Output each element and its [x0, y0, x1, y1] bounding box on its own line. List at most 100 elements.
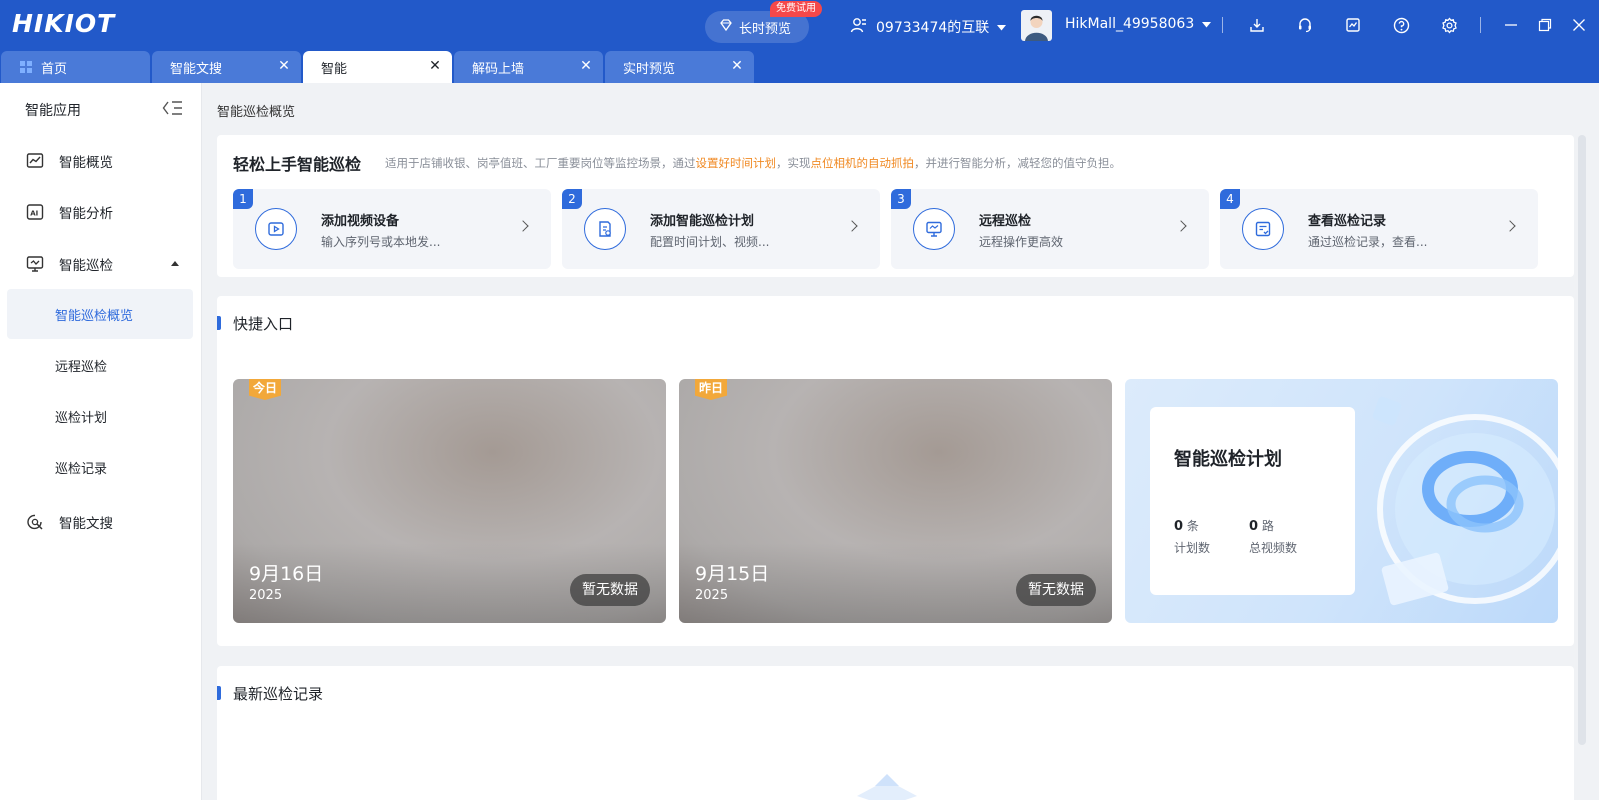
sidebar-subitem-remote-patrol[interactable]: 远程巡检	[7, 340, 193, 390]
headset-icon[interactable]	[1294, 14, 1316, 36]
sidebar-item-label: 智能分析	[59, 206, 113, 222]
section-title: 快捷入口	[233, 315, 294, 333]
sidebar-item-analysis[interactable]: AI 智能分析	[7, 187, 193, 237]
today-snapshot-card[interactable]: 今日 9月16日 2025 暂无数据	[233, 379, 666, 623]
latest-records-card: 最新巡检记录	[217, 666, 1574, 800]
getting-started-card: 轻松上手智能巡检 适用于店铺收银、岗亭值班、工厂重要岗位等监控场景，通过设置好时…	[217, 135, 1574, 277]
section-title: 最新巡检记录	[233, 685, 324, 703]
yesterday-snapshot-card[interactable]: 昨日 9月15日 2025 暂无数据	[679, 379, 1112, 623]
tab-label: 智能文搜	[170, 61, 223, 77]
guide-desc-text: 适用于店铺收银、岗亭值班、工厂重要岗位等监控场景，通过	[385, 156, 696, 170]
sidebar-subitem-patrol-overview[interactable]: 智能巡检概览	[7, 289, 193, 339]
close-icon[interactable]	[1568, 14, 1590, 36]
step-title: 添加视频设备	[321, 214, 400, 229]
plan-count-stat: 0 条 计划数	[1174, 517, 1210, 556]
users-icon	[850, 16, 868, 38]
gear-icon[interactable]	[1438, 14, 1460, 36]
guide-desc-text: ，并进行智能分析，减轻您的值守负担。	[914, 156, 1121, 170]
step-title: 查看巡检记录	[1308, 214, 1387, 229]
sidebar-subitem-label: 巡检计划	[55, 410, 108, 426]
divider	[1222, 17, 1223, 33]
video-count-label: 总视频数	[1249, 541, 1298, 555]
long-preview-label: 长时预览	[739, 21, 792, 37]
sidebar: 智能应用 智能概览 AI 智能分析 智能巡检 智能巡检概览 远程巡检 巡检计划 …	[0, 83, 202, 800]
close-icon[interactable]: ✕	[277, 59, 291, 73]
records-icon	[1242, 208, 1284, 250]
grid-icon	[19, 60, 33, 74]
collapse-sidebar-icon[interactable]	[162, 99, 184, 117]
no-data-badge: 暂无数据	[570, 574, 650, 606]
tab-label: 首页	[41, 61, 68, 77]
snapshot-date: 9月15日	[695, 563, 770, 585]
close-icon[interactable]: ✕	[428, 59, 442, 73]
close-icon[interactable]: ✕	[579, 59, 593, 73]
sidebar-item-text-search[interactable]: 智能文搜	[7, 497, 193, 547]
step-subtitle: 配置时间计划、视频...	[650, 235, 770, 249]
breadcrumb: 智能巡检概览	[217, 105, 296, 120]
username-label: HikMall_49958063	[1065, 16, 1195, 32]
diamond-icon	[719, 18, 733, 36]
step-number: 2	[562, 189, 582, 209]
sidebar-item-overview[interactable]: 智能概览	[7, 136, 193, 186]
avatar[interactable]	[1021, 10, 1052, 41]
restore-icon[interactable]	[1534, 14, 1556, 36]
plan-count-value: 0	[1174, 519, 1184, 534]
tab-text-search[interactable]: 智能文搜 ✕	[152, 51, 301, 83]
tab-live-preview[interactable]: 实时预览 ✕	[605, 51, 754, 83]
minimize-icon[interactable]	[1500, 14, 1522, 36]
tab-home[interactable]: 首页	[1, 51, 150, 83]
empty-state-illustration	[857, 774, 917, 800]
step-add-patrol-plan[interactable]: 2 添加智能巡检计划 配置时间计划、视频...	[562, 189, 880, 269]
sidebar-item-label: 智能文搜	[59, 516, 113, 532]
tab-bar: 首页 智能文搜 ✕ 智能 ✕ 解码上墙 ✕ 实时预览 ✕	[0, 50, 1599, 83]
step-title: 添加智能巡检计划	[650, 214, 755, 229]
sidebar-subitem-label: 远程巡检	[55, 359, 108, 375]
user-menu[interactable]: HikMall_49958063	[1065, 16, 1212, 32]
line-chart-icon	[24, 150, 46, 172]
step-number: 1	[233, 189, 253, 209]
sidebar-item-label: 智能巡检	[59, 258, 113, 274]
no-data-badge: 暂无数据	[1016, 574, 1096, 606]
tab-decode-wall[interactable]: 解码上墙 ✕	[454, 51, 603, 83]
svg-text:AI: AI	[30, 210, 38, 218]
section-accent-bar	[217, 686, 221, 700]
step-number: 4	[1220, 189, 1240, 209]
ai-icon: AI	[24, 201, 46, 223]
tab-label: 解码上墙	[472, 61, 525, 77]
patrol-plan-card[interactable]: 智能巡检计划 0 条 计划数 0 路 总视频数	[1125, 379, 1558, 623]
tab-smart[interactable]: 智能 ✕	[303, 51, 452, 83]
chevron-up-icon	[171, 261, 179, 266]
monitor-chart-icon[interactable]	[1342, 14, 1364, 36]
plan-document-icon	[584, 208, 626, 250]
step-view-patrol-records[interactable]: 4 查看巡检记录 通过巡检记录，查看...	[1220, 189, 1538, 269]
help-icon[interactable]	[1390, 14, 1412, 36]
video-count-unit: 路	[1261, 519, 1274, 533]
sidebar-subitem-patrol-records[interactable]: 巡检记录	[7, 442, 193, 492]
search-scan-icon	[24, 511, 46, 533]
step-remote-patrol[interactable]: 3 远程巡检 远程操作更高效	[891, 189, 1209, 269]
sidebar-subitem-patrol-plan[interactable]: 巡检计划	[7, 391, 193, 441]
sidebar-item-label: 智能概览	[59, 155, 113, 171]
plan-summary-panel: 智能巡检计划 0 条 计划数 0 路 总视频数	[1150, 407, 1355, 595]
guide-desc-text: ，实现	[776, 156, 811, 170]
guide-description: 适用于店铺收银、岗亭值班、工厂重要岗位等监控场景，通过设置好时间计划，实现点位相…	[385, 155, 1121, 171]
video-count-value: 0	[1249, 519, 1259, 534]
step-number: 3	[891, 189, 911, 209]
chevron-down-icon	[997, 19, 1007, 35]
close-icon[interactable]: ✕	[730, 59, 744, 73]
snapshot-date: 9月16日	[249, 563, 324, 585]
sidebar-subitem-label: 巡检记录	[55, 461, 108, 477]
sidebar-item-patrol[interactable]: 智能巡检	[7, 239, 193, 289]
tab-label: 智能	[321, 61, 348, 77]
step-title: 远程巡检	[979, 214, 1032, 229]
guide-desc-highlight: 点位相机的自动抓拍	[810, 156, 915, 170]
scrollbar[interactable]	[1578, 135, 1586, 745]
download-icon[interactable]	[1246, 14, 1268, 36]
plan-count-label: 计划数	[1174, 541, 1211, 555]
plan-title: 智能巡检计划	[1174, 449, 1282, 470]
video-device-icon	[255, 208, 297, 250]
step-add-video-device[interactable]: 1 添加视频设备 输入序列号或本地发...	[233, 189, 551, 269]
sidebar-title: 智能应用	[25, 103, 81, 119]
account-switcher[interactable]: 09733474的互联	[850, 16, 1007, 38]
plan-count-unit: 条	[1186, 519, 1199, 533]
